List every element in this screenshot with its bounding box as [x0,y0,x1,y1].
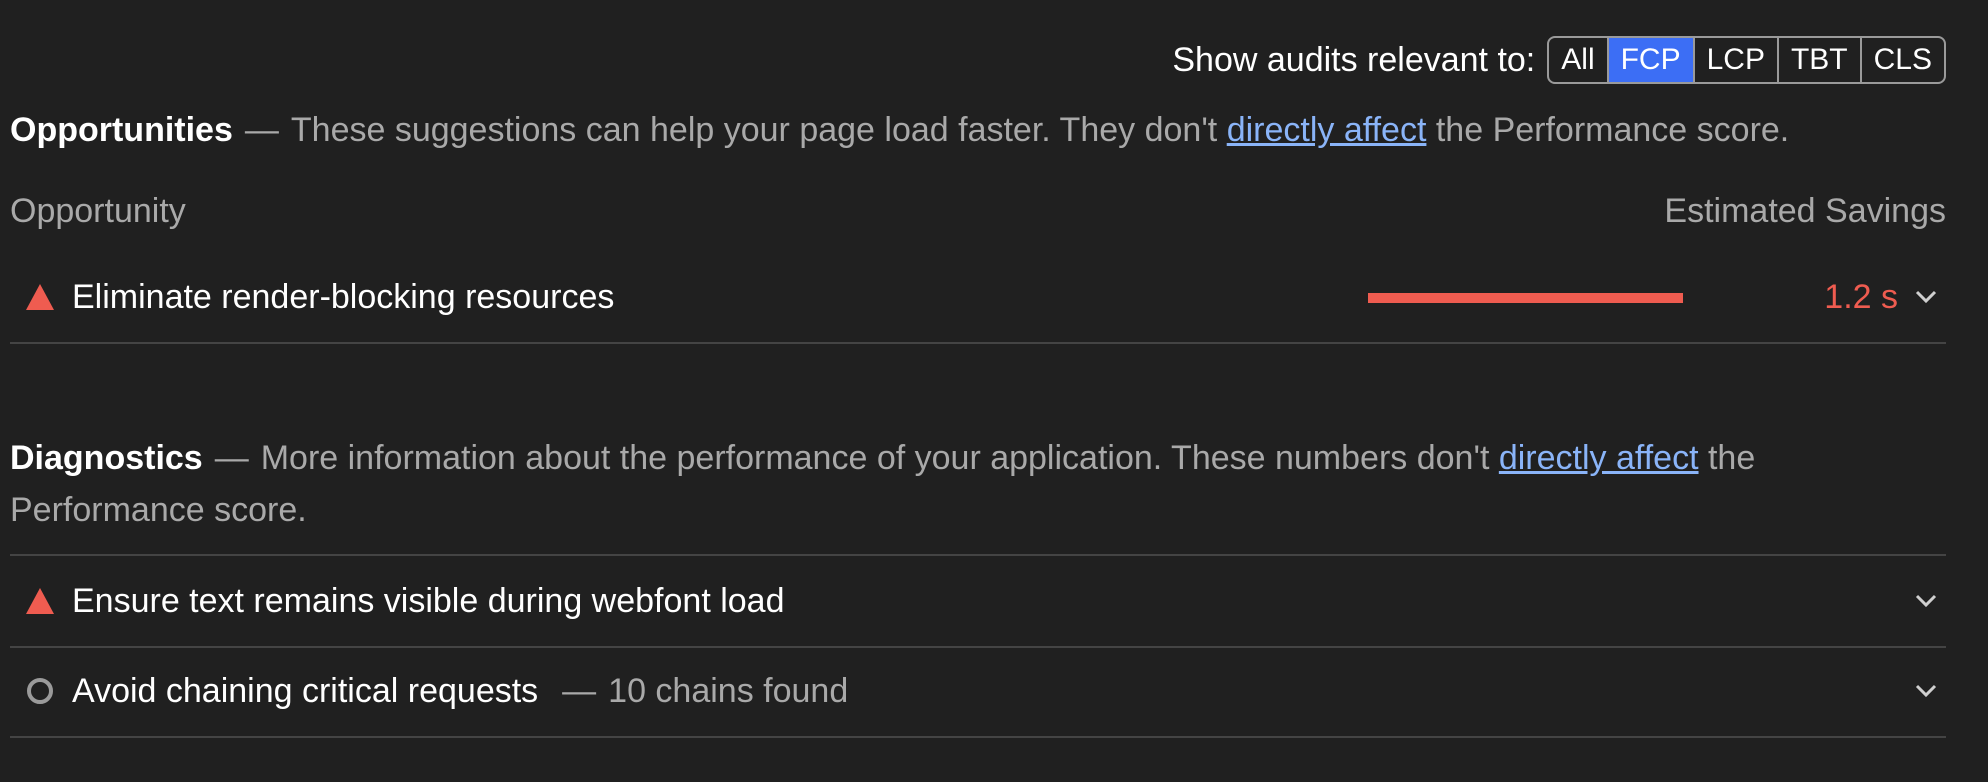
filter-button-group: All FCP LCP TBT CLS [1547,36,1946,84]
opportunities-description-end: the Performance score. [1435,111,1790,149]
fail-triangle-icon [20,581,60,621]
filter-label: Show audits relevant to: [1172,40,1536,79]
audit-row-webfont-visibility[interactable]: Ensure text remains visible during webfo… [10,554,1946,648]
filter-lcp-button[interactable]: LCP [1692,38,1777,82]
display-value-dash: — [562,671,597,710]
savings-bar-fill [1368,293,1684,303]
informative-circle-icon [20,671,60,711]
filter-tbt-button[interactable]: TBT [1776,38,1860,82]
audit-title: Avoid chaining critical requests [72,671,539,710]
audit-filter: Show audits relevant to: All FCP LCP TBT… [1172,36,1946,84]
diagnostics-heading: Diagnostics — More information about the p… [10,432,1950,536]
diagnostics-description: More information about the performance o… [260,439,1490,477]
column-header-opportunity: Opportunity [10,192,186,230]
audit-row-render-blocking[interactable]: Eliminate render-blocking resources 1.2 … [10,252,1946,344]
filter-all-button[interactable]: All [1549,38,1606,82]
diagnostics-title: Diagnostics [10,439,203,477]
lighthouse-audits-panel: Show audits relevant to: All FCP LCP TBT… [0,0,1988,782]
audit-title: Ensure text remains visible during webfo… [72,581,785,620]
estimated-savings-value: 1.2 s [1824,277,1898,316]
chains-found-text: 10 chains found [608,671,849,710]
opportunities-heading: Opportunities — These suggestions can help… [10,104,1789,156]
filter-cls-button[interactable]: CLS [1859,38,1944,82]
fail-triangle-icon [20,277,60,317]
opportunities-title: Opportunities [10,111,233,149]
directly-affect-link[interactable]: directly affect [1499,439,1699,477]
audit-display-value: — 10 chains found [562,672,848,711]
chevron-down-icon[interactable] [1906,277,1946,317]
opportunities-description: These suggestions can help your page loa… [290,111,1218,149]
column-header-estimated-savings: Estimated Savings [1664,192,1946,230]
savings-bar [1368,293,1772,303]
heading-dash: — [244,111,279,149]
filter-fcp-button[interactable]: FCP [1606,38,1693,82]
audit-row-critical-request-chains[interactable]: Avoid chaining critical requests — 10 cha… [10,646,1946,738]
audit-title: Eliminate render-blocking resources [72,277,615,316]
chevron-down-icon[interactable] [1906,581,1946,621]
directly-affect-link[interactable]: directly affect [1227,111,1427,149]
heading-dash: — [214,439,249,477]
chevron-down-icon[interactable] [1906,671,1946,711]
